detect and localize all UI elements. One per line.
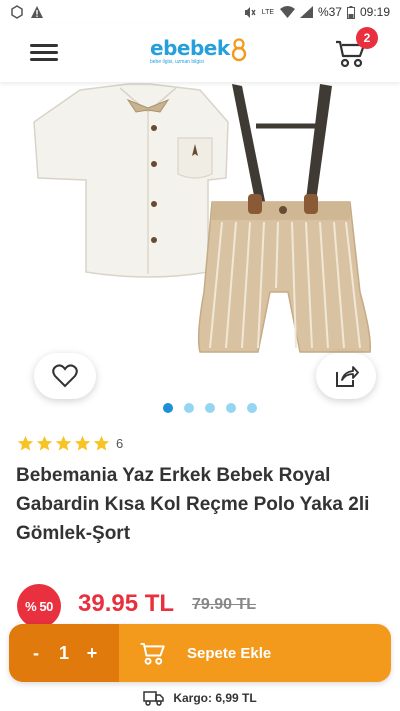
logo-tagline: bebe ilgisi, uzman bilgisi bbox=[150, 59, 204, 65]
star-icon bbox=[17, 435, 34, 451]
shorts-illustration bbox=[197, 194, 372, 353]
warning-icon bbox=[31, 6, 43, 18]
carousel-dot[interactable] bbox=[163, 403, 173, 413]
old-price: 79.90 TL bbox=[192, 596, 257, 613]
app-header: ebebek bebe ilgisi, uzman bilgisi 2 bbox=[0, 24, 400, 82]
add-to-cart-button[interactable]: Sepete Ekle bbox=[119, 624, 391, 682]
quantity-value: 1 bbox=[58, 642, 69, 663]
share-icon bbox=[336, 366, 359, 387]
carousel-dot[interactable] bbox=[247, 403, 257, 413]
network-type-label: LTE bbox=[261, 8, 275, 16]
shirt-illustration bbox=[33, 83, 229, 278]
carousel-dot[interactable] bbox=[184, 403, 194, 413]
rating-count: 6 bbox=[116, 435, 124, 451]
shipping-info: Kargo: 6,99 TL bbox=[0, 688, 400, 708]
favorite-button[interactable] bbox=[34, 353, 96, 399]
hamburger-menu-button[interactable] bbox=[26, 38, 62, 68]
product-title: Bebemania Yaz Erkek Bebek Royal Gabardin… bbox=[16, 465, 370, 544]
status-bar: LTE %37 09:19 bbox=[0, 0, 400, 24]
battery-icon bbox=[346, 5, 355, 19]
battery-label: %37 bbox=[317, 5, 342, 19]
logo-text: ebebek bbox=[150, 36, 230, 60]
logo-mark-icon bbox=[231, 38, 247, 62]
menu-icon-line bbox=[30, 51, 58, 54]
discount-badge: % 50 bbox=[17, 584, 61, 628]
status-indicators: LTE %37 09:19 bbox=[243, 5, 390, 19]
stroller-icon bbox=[140, 642, 165, 665]
carousel-dot[interactable] bbox=[226, 403, 236, 413]
share-button[interactable] bbox=[316, 353, 376, 399]
clock: 09:19 bbox=[359, 5, 390, 19]
signal-icon bbox=[299, 6, 313, 18]
wifi-icon bbox=[279, 6, 295, 18]
decrease-quantity-button[interactable]: - bbox=[25, 643, 47, 664]
star-icon bbox=[36, 435, 53, 451]
increase-quantity-button[interactable]: + bbox=[81, 643, 103, 664]
shipping-label: Kargo: 6,99 TL bbox=[173, 691, 257, 705]
menu-icon-line bbox=[30, 44, 58, 47]
carousel-pagination bbox=[0, 403, 400, 415]
notification-icons bbox=[10, 5, 44, 19]
add-to-cart-bar: - 1 + Sepete Ekle bbox=[9, 624, 391, 682]
star-icon bbox=[93, 435, 110, 451]
heart-icon bbox=[52, 364, 78, 388]
truck-icon bbox=[143, 691, 165, 706]
notification-icon bbox=[11, 5, 23, 19]
add-to-cart-label: Sepete Ekle bbox=[187, 644, 272, 662]
menu-icon-line bbox=[30, 58, 58, 61]
star-icon bbox=[74, 435, 91, 451]
current-price: 39.95 TL bbox=[78, 590, 175, 617]
star-icon bbox=[55, 435, 72, 451]
mute-icon bbox=[244, 6, 256, 18]
product-rating[interactable]: 6 bbox=[17, 434, 123, 452]
ebebek-logo[interactable]: ebebek bebe ilgisi, uzman bilgisi bbox=[150, 36, 250, 70]
price-row: % 50 39.95 TL 79.90 TL bbox=[0, 584, 400, 628]
carousel-dot[interactable] bbox=[205, 403, 215, 413]
quantity-stepper: - 1 + bbox=[9, 624, 119, 682]
cart-count-badge: 2 bbox=[356, 27, 378, 49]
